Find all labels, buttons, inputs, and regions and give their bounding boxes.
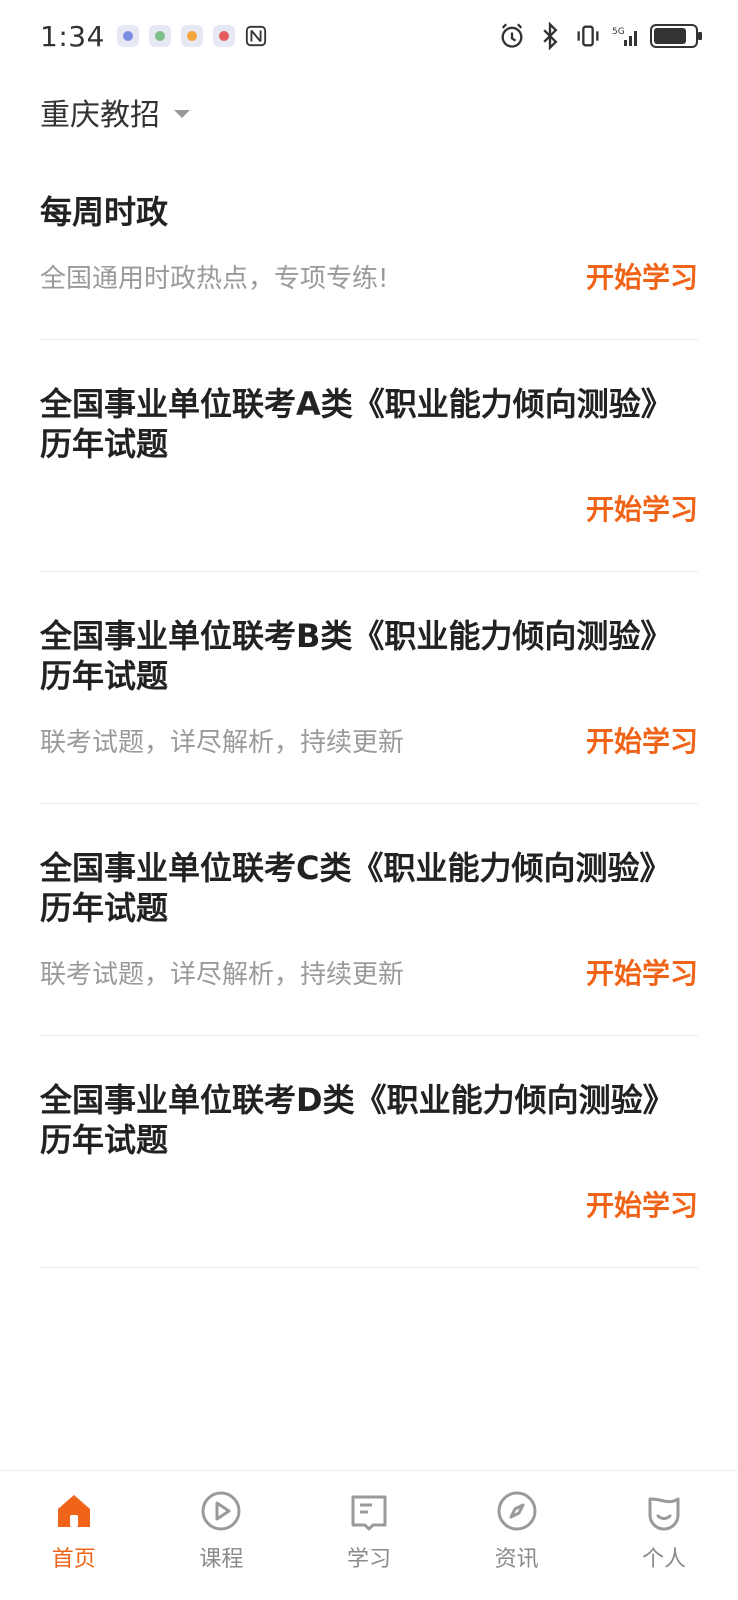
course-subtitle: 联考试题，详尽解析，持续更新 (40, 728, 405, 758)
nav-item-profile[interactable]: 个人 (604, 1489, 724, 1573)
book-icon (351, 1495, 387, 1531)
course-title: 全国事业单位联考B类《职业能力倾向测验》历年试题 (40, 617, 657, 695)
signal-icon: 5G (612, 27, 637, 46)
app-notification-icon (212, 25, 235, 47)
list-item[interactable]: 全国事业单位联考C类《职业能力倾向测验》历年试题 联考试题，详尽解析，持续更新 … (40, 804, 698, 1036)
nav-label: 首页 (51, 1547, 96, 1572)
list-item[interactable]: 每周时政 全国通用时政热点，专项专练! 开始学习 (40, 160, 698, 340)
svg-text:5G: 5G (612, 27, 625, 37)
course-title: 全国事业单位联考C类《职业能力倾向测验》历年试题 (40, 849, 656, 927)
alarm-icon (501, 23, 523, 48)
start-study-button[interactable]: 开始学习 (586, 720, 698, 760)
play-icon (201, 1491, 241, 1531)
notification-icons (116, 25, 267, 47)
vibrate-icon (577, 25, 599, 47)
course-title: 全国事业单位联考A类《职业能力倾向测验》历年试题 (40, 385, 657, 463)
app-notification-icon (148, 25, 171, 47)
system-status: 5G (498, 22, 702, 50)
nav-item-news[interactable]: 资讯 (457, 1489, 577, 1573)
start-study-button[interactable]: 开始学习 (586, 1184, 698, 1224)
status-bar: 1:34 5G (0, 0, 738, 72)
list-item[interactable]: 全国事业单位联考B类《职业能力倾向测验》历年试题 联考试题，详尽解析，持续更新 … (40, 572, 698, 804)
nav-item-study[interactable]: 学习 (309, 1489, 429, 1573)
battery-icon (650, 24, 702, 48)
start-study-button[interactable]: 开始学习 (586, 256, 698, 296)
compass-icon (497, 1491, 537, 1531)
app-notification-icon (116, 25, 139, 47)
nav-item-home[interactable]: 首页 (14, 1489, 134, 1573)
nav-item-courses[interactable]: 课程 (161, 1489, 281, 1573)
start-study-button[interactable]: 开始学习 (586, 488, 698, 528)
app-screen: 1:34 5G 重庆教招 每周时政 全国通用时政热点，专项专练! 开始学习 全国… (0, 0, 738, 1600)
profile-icon (648, 1497, 680, 1531)
status-time: 1:34 (40, 19, 105, 53)
region-selector[interactable]: 重庆教招 (40, 88, 190, 136)
nav-label: 课程 (199, 1547, 244, 1572)
course-subtitle: 全国通用时政热点，专项专练! (40, 264, 389, 294)
course-title: 每周时政 (40, 193, 169, 231)
home-icon (57, 1495, 90, 1527)
nfc-icon (245, 25, 266, 47)
app-notification-icon (180, 25, 203, 47)
bluetooth-icon (543, 22, 558, 50)
list-item[interactable]: 全国事业单位联考D类《职业能力倾向测验》历年试题 开始学习 (40, 1036, 698, 1268)
nav-label: 学习 (346, 1547, 391, 1572)
list-item[interactable]: 全国事业单位联考A类《职业能力倾向测验》历年试题 开始学习 (40, 340, 698, 572)
start-study-button[interactable]: 开始学习 (586, 952, 698, 992)
nav-label: 个人 (642, 1547, 687, 1572)
chevron-down-icon (174, 110, 190, 118)
region-label: 重庆教招 (40, 98, 160, 133)
course-list: 每周时政 全国通用时政热点，专项专练! 开始学习 全国事业单位联考A类《职业能力… (40, 160, 698, 1268)
course-title: 全国事业单位联考D类《职业能力倾向测验》历年试题 (40, 1081, 659, 1159)
bottom-navigation: 首页 课程 学习 资讯 个人 (0, 1470, 738, 1600)
course-subtitle: 联考试题，详尽解析，持续更新 (40, 960, 405, 990)
nav-label: 资讯 (494, 1547, 539, 1572)
